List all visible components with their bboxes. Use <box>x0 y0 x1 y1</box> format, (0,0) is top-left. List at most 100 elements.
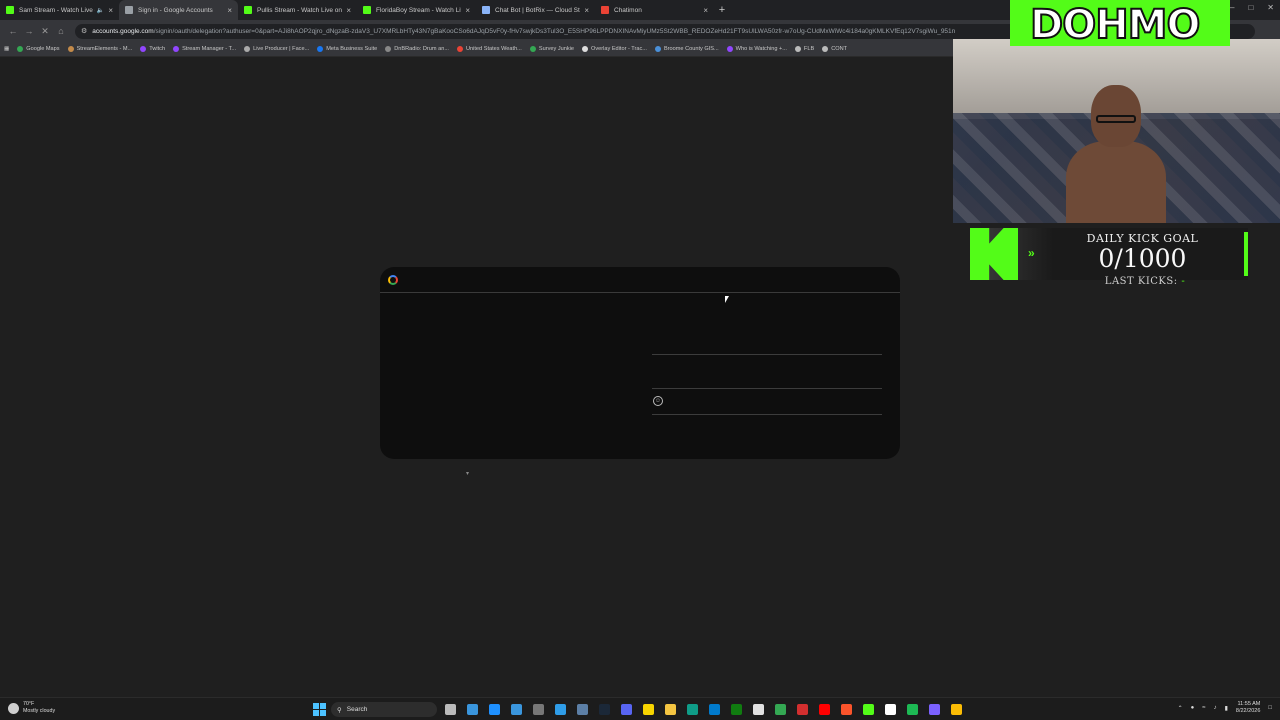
mail-icon <box>511 704 522 715</box>
weather-widget[interactable]: 70°F Mostly cloudy <box>8 701 55 715</box>
taskbar-app-edge[interactable] <box>486 701 503 718</box>
taskbar-app-vscode[interactable] <box>706 701 723 718</box>
edge-icon <box>489 704 500 715</box>
bookmark-item[interactable]: Google Maps <box>17 46 60 52</box>
webcam-overlay <box>953 39 1280 223</box>
search-label: Search <box>346 706 368 713</box>
close-tab-icon[interactable]: × <box>584 6 589 15</box>
bookmark-icon <box>317 46 324 52</box>
chrome-active-icon <box>951 704 962 715</box>
taskbar-app-file-explorer[interactable] <box>464 701 481 718</box>
bookmark-label: FLB <box>803 46 815 52</box>
bookmark-icon <box>726 46 733 52</box>
address-path: /signin/oauth/delegation?authuser=0&part… <box>153 27 956 35</box>
goal-value: 0/1000 <box>1098 244 1187 273</box>
close-tab-icon[interactable]: × <box>227 6 232 15</box>
weather-text: 70°F Mostly cloudy <box>23 701 55 715</box>
bookmark-item[interactable]: Twitch <box>140 46 165 52</box>
taskbar-app-brave[interactable] <box>838 701 855 718</box>
taskbar-app-steam[interactable] <box>596 701 613 718</box>
taskbar-app-app-red-ring[interactable] <box>794 701 811 718</box>
bookmark-item[interactable]: Stream Manager - T... <box>173 46 236 52</box>
taskbar-app-task-view[interactable] <box>442 701 459 718</box>
bookmark-icon <box>140 46 147 52</box>
maximize-icon[interactable]: □ <box>1248 3 1253 12</box>
taskbar-app-chrome[interactable] <box>772 701 789 718</box>
taskbar-app-obs[interactable] <box>684 701 701 718</box>
bookmark-item[interactable]: Who is Watching +... <box>726 46 787 52</box>
bookmark-label: Twitch <box>149 46 166 52</box>
bookmark-item[interactable]: FLB <box>794 46 815 52</box>
speaker-icon[interactable]: 🔈 <box>97 7 104 14</box>
taskbar-app-camera[interactable] <box>530 701 547 718</box>
bookmark-item[interactable]: DnBRadio: Drum an... <box>385 46 449 52</box>
taskbar-app-kick[interactable] <box>860 701 877 718</box>
taskbar-app-paint[interactable] <box>552 701 569 718</box>
bookmark-item[interactable]: CONT <box>822 46 847 52</box>
account-circle-icon[interactable]: ☺ <box>653 396 663 406</box>
taskbar-app-chrome-active[interactable] <box>948 701 965 718</box>
microphone-icon[interactable]: ● <box>1191 705 1195 711</box>
bookmark-label: Who is Watching +... <box>735 46 787 52</box>
close-tab-icon[interactable]: × <box>346 6 351 15</box>
close-tab-icon[interactable]: × <box>703 6 708 15</box>
close-tab-icon[interactable]: × <box>465 6 470 15</box>
chevron-up-icon[interactable]: ⌃ <box>1178 705 1183 712</box>
wifi-icon[interactable]: ≈ <box>1202 705 1205 711</box>
taskbar-search[interactable]: ⚲ Search <box>331 702 437 717</box>
goal-bar-end <box>1244 232 1248 276</box>
bookmark-item[interactable]: StreamElements - M... <box>67 46 132 52</box>
taskbar-apps: ⚲ Search <box>313 701 965 718</box>
bookmark-icon <box>456 46 463 52</box>
taskbar-app-store[interactable] <box>750 701 767 718</box>
taskbar-app-youtube[interactable] <box>816 701 833 718</box>
weather-cloud-icon <box>8 702 19 714</box>
close-window-icon[interactable]: ✕ <box>1267 3 1274 12</box>
browser-tab[interactable]: Chat Bot | BotRix — Cloud Strea × <box>476 0 595 20</box>
site-info-icon[interactable]: ⚙ <box>81 27 87 35</box>
bookmark-item[interactable]: United States Weath... <box>456 46 522 52</box>
clock[interactable]: 11:55 AM 8/22/2026 <box>1236 701 1260 715</box>
search-icon: ⚲ <box>337 706 342 714</box>
notifications-icon[interactable]: □ <box>1268 705 1272 711</box>
tab-favicon-icon <box>6 6 14 14</box>
taskbar-app-mail[interactable] <box>508 701 525 718</box>
taskbar-app-copilot[interactable] <box>926 701 943 718</box>
browser-tab[interactable]: FloridaBoy Stream - Watch Live × <box>357 0 476 20</box>
back-button[interactable]: ← <box>5 23 21 39</box>
bookmark-icon <box>173 46 180 52</box>
bookmark-item[interactable]: Live Producer | Face... <box>244 46 309 52</box>
browser-tab[interactable]: Sign in - Google Accounts × <box>119 0 238 20</box>
volume-icon[interactable]: ♪ <box>1214 705 1217 711</box>
taskbar-app-folder[interactable] <box>662 701 679 718</box>
apps-icon[interactable]: ▦ <box>4 46 9 52</box>
bookmark-item[interactable]: Survey Junkie <box>529 46 574 52</box>
bookmark-item[interactable]: Overlay Editor - Trac... <box>582 46 647 52</box>
taskbar-app-x[interactable] <box>882 701 899 718</box>
battery-icon[interactable]: ▮ <box>1225 705 1228 712</box>
taskbar-app-calculator[interactable] <box>574 701 591 718</box>
discord-icon <box>621 704 632 715</box>
stop-loading-button[interactable]: ✕ <box>37 23 53 39</box>
kick-icon <box>863 704 874 715</box>
vscode-icon <box>709 704 720 715</box>
bookmark-item[interactable]: Meta Business Suite <box>317 46 377 52</box>
language-dropdown-caret-icon[interactable]: ▾ <box>466 470 469 477</box>
bookmark-label: Stream Manager - T... <box>182 46 237 52</box>
browser-tab[interactable]: Chatimon × <box>595 0 714 20</box>
taskbar: 70°F Mostly cloudy ⚲ Search ⌃ ● ≈ ♪ ▮ 11… <box>0 697 1280 720</box>
taskbar-app-discord[interactable] <box>618 701 635 718</box>
bookmark-item[interactable]: Broome County GIS... <box>654 46 719 52</box>
start-button[interactable] <box>313 703 326 716</box>
bookmark-icon <box>244 46 251 52</box>
taskbar-app-spotify[interactable] <box>904 701 921 718</box>
close-tab-icon[interactable]: × <box>108 6 113 15</box>
system-tray: ⌃ ● ≈ ♪ ▮ 11:55 AM 8/22/2026 □ <box>1178 701 1272 715</box>
taskbar-app-sticky-notes[interactable] <box>640 701 657 718</box>
new-tab-button[interactable]: + <box>714 0 730 20</box>
home-button[interactable]: ⌂ <box>53 23 69 39</box>
browser-tab[interactable]: Sam Stream - Watch Live o 🔈 × <box>0 0 119 20</box>
taskbar-app-xbox[interactable] <box>728 701 745 718</box>
forward-button[interactable]: → <box>21 23 37 39</box>
browser-tab[interactable]: Pullis Stream - Watch Live on K × <box>238 0 357 20</box>
